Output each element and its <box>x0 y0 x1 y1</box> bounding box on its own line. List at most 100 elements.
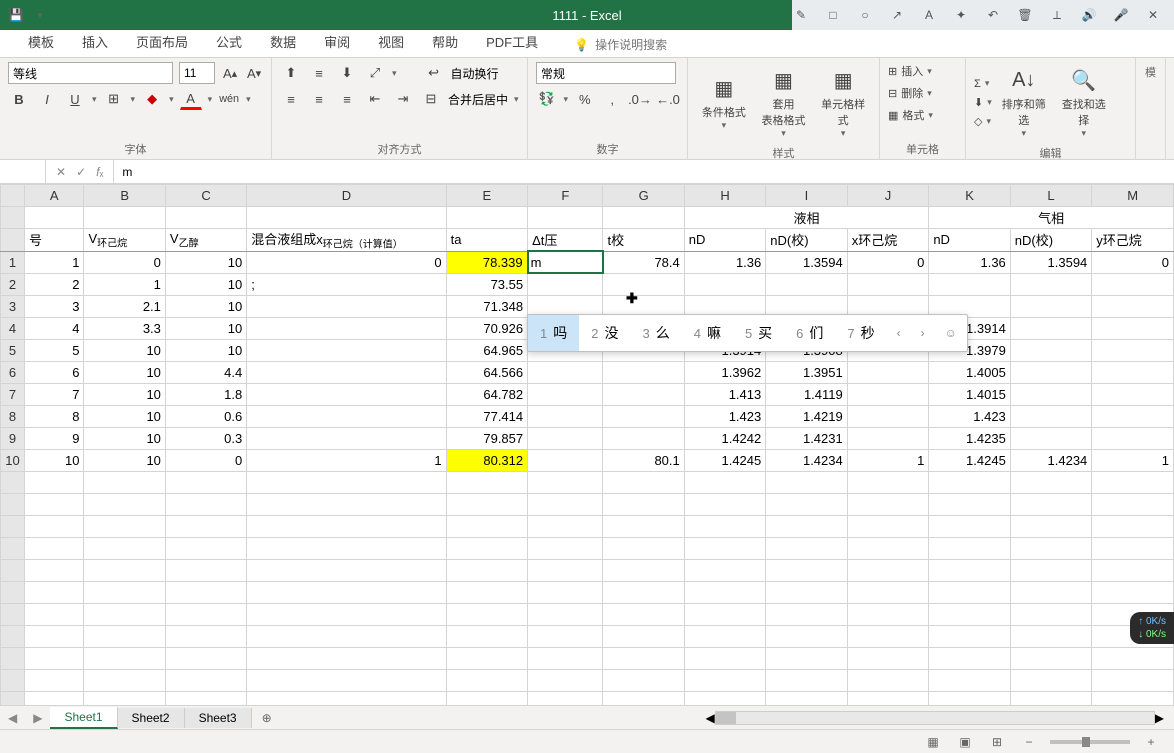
pin-icon[interactable]: ⟂ <box>1048 6 1066 24</box>
clear-button[interactable]: ◇ ▾ <box>974 114 992 129</box>
cell[interactable]: 0 <box>165 449 246 471</box>
wand-icon[interactable]: ✦ <box>952 6 970 24</box>
cell[interactable]: 10 <box>84 339 165 361</box>
currency-icon[interactable]: 💱 <box>536 88 557 110</box>
tab-template[interactable]: 模板 <box>16 26 66 57</box>
row-header[interactable]: 2 <box>1 273 25 295</box>
tab-layout[interactable]: 页面布局 <box>124 26 200 57</box>
cell[interactable]: 1.4219 <box>766 405 847 427</box>
delete-cells-button[interactable]: ⊟ 删除 ▾ <box>888 84 957 102</box>
table-format-button[interactable]: ▦套用 表格格式▾ <box>756 62 812 143</box>
cell[interactable]: 10 <box>165 317 246 339</box>
square-icon[interactable]: □ <box>824 6 842 24</box>
name-box[interactable] <box>0 160 46 183</box>
cell[interactable]: 3.3 <box>84 317 165 339</box>
cell[interactable]: 1.4231 <box>766 427 847 449</box>
font-size-select[interactable] <box>179 62 215 84</box>
cell[interactable] <box>603 383 684 405</box>
cell[interactable]: 4.4 <box>165 361 246 383</box>
col-header[interactable]: H <box>684 185 765 207</box>
cell[interactable]: 10 <box>84 361 165 383</box>
close-icon[interactable]: ✕ <box>1144 6 1162 24</box>
cell[interactable]: 80.1 <box>603 449 684 471</box>
save-icon[interactable]: 💾 <box>8 7 24 23</box>
zoom-slider[interactable] <box>1050 740 1130 744</box>
format-cells-button[interactable]: ▦ 格式 ▾ <box>888 106 957 124</box>
tab-formula[interactable]: 公式 <box>204 26 254 57</box>
phonetic-button[interactable]: wén <box>218 88 240 110</box>
merge-center-label[interactable]: 合并后居中 <box>448 91 508 108</box>
col-header[interactable]: F <box>528 185 603 207</box>
cell[interactable]: 1 <box>847 449 929 471</box>
find-select-button[interactable]: 🔍查找和选择▾ <box>1056 62 1112 143</box>
cell[interactable]: 1.423 <box>684 405 765 427</box>
speaker-icon[interactable]: 🔊 <box>1080 6 1098 24</box>
bold-button[interactable]: B <box>8 88 30 110</box>
cell[interactable] <box>528 449 603 471</box>
ime-candidate[interactable]: 3 么 <box>630 315 681 351</box>
cell[interactable] <box>684 273 765 295</box>
cell[interactable]: 64.782 <box>446 383 528 405</box>
col-header[interactable]: B <box>84 185 165 207</box>
circle-icon[interactable]: ○ <box>856 6 874 24</box>
orientation-icon[interactable]: ⤢ <box>364 62 386 84</box>
hscroll-left-icon[interactable]: ◀ <box>706 711 715 725</box>
cell[interactable] <box>1092 361 1174 383</box>
cell[interactable] <box>847 427 929 449</box>
cell[interactable]: 1 <box>84 273 165 295</box>
align-middle-icon[interactable]: ≡ <box>308 62 330 84</box>
cell[interactable]: 1.36 <box>929 251 1010 273</box>
col-header[interactable]: M <box>1092 185 1174 207</box>
cell[interactable]: ; <box>247 273 446 295</box>
increase-decimal-icon[interactable]: .0→ <box>629 88 651 110</box>
tell-me-search[interactable]: 💡 操作说明搜索 <box>574 36 667 57</box>
cell[interactable] <box>1092 427 1174 449</box>
col-header[interactable]: A <box>25 185 84 207</box>
decrease-indent-icon[interactable]: ⇤ <box>364 88 386 110</box>
cell[interactable] <box>847 405 929 427</box>
cell[interactable] <box>1010 383 1091 405</box>
text-icon[interactable]: A <box>920 6 938 24</box>
wrap-text-icon[interactable]: ↩ <box>423 62 445 84</box>
cell[interactable] <box>1092 405 1174 427</box>
cell[interactable]: 1.4119 <box>766 383 847 405</box>
cell[interactable]: 0 <box>84 251 165 273</box>
tab-review[interactable]: 审阅 <box>312 26 362 57</box>
sort-filter-button[interactable]: A↓排序和筛选▾ <box>996 62 1052 143</box>
border-button[interactable]: ⊞ <box>103 88 125 110</box>
cell[interactable] <box>1010 405 1091 427</box>
cell[interactable]: 3 <box>25 295 84 317</box>
cell[interactable]: 1.3594 <box>1010 251 1091 273</box>
cell[interactable]: 1.4234 <box>1010 449 1091 471</box>
cell[interactable]: 10 <box>165 295 246 317</box>
cell[interactable]: 1.3962 <box>684 361 765 383</box>
cell[interactable] <box>528 427 603 449</box>
cell[interactable]: 1.4234 <box>766 449 847 471</box>
align-left-icon[interactable]: ≡ <box>280 88 302 110</box>
formula-input[interactable]: m <box>114 165 1174 179</box>
cell[interactable]: 1.8 <box>165 383 246 405</box>
row-header[interactable] <box>1 229 25 252</box>
cell[interactable] <box>847 273 929 295</box>
cell[interactable]: 73.55 <box>446 273 528 295</box>
ime-candidate-bar[interactable]: 1 吗2 没3 么4 嘛5 买6 们7 秒‹›☺ <box>527 314 968 352</box>
confirm-edit-icon[interactable]: ✓ <box>76 165 86 179</box>
cell[interactable]: 77.414 <box>446 405 528 427</box>
cell[interactable] <box>603 273 684 295</box>
cell[interactable] <box>929 273 1010 295</box>
cell[interactable]: 1.4235 <box>929 427 1010 449</box>
align-right-icon[interactable]: ≡ <box>336 88 358 110</box>
cell[interactable]: 1.4245 <box>929 449 1010 471</box>
cell[interactable]: 1.4245 <box>684 449 765 471</box>
cell[interactable]: 1.4015 <box>929 383 1010 405</box>
cell[interactable]: 10 <box>165 339 246 361</box>
cell[interactable]: 70.926 <box>446 317 528 339</box>
arrow-icon[interactable]: ↗ <box>888 6 906 24</box>
cell[interactable]: 1 <box>1092 449 1174 471</box>
row-header[interactable]: 7 <box>1 383 25 405</box>
cell[interactable] <box>1010 295 1091 317</box>
cell[interactable] <box>603 405 684 427</box>
decrease-font-icon[interactable]: A▾ <box>245 62 263 84</box>
cell[interactable] <box>528 405 603 427</box>
align-center-icon[interactable]: ≡ <box>308 88 330 110</box>
